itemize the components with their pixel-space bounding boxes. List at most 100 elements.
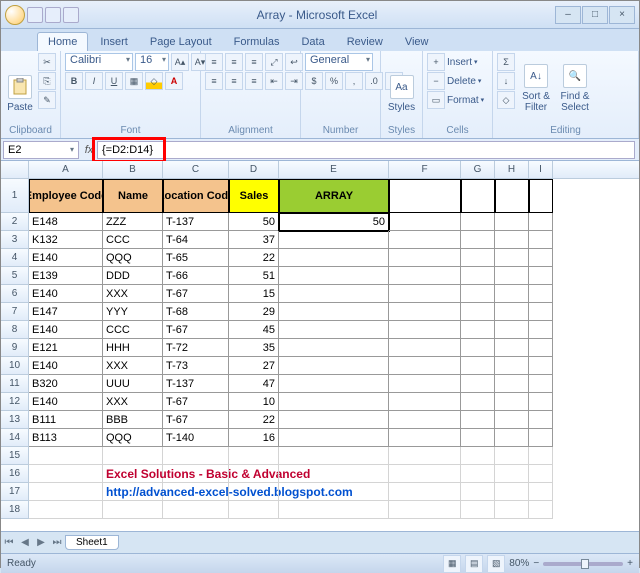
cell-F7[interactable] [389, 303, 461, 321]
cell-I7[interactable] [529, 303, 553, 321]
cell-G7[interactable] [461, 303, 495, 321]
cell-E2[interactable]: 50 [279, 213, 389, 231]
cell-B1[interactable]: Name [103, 179, 163, 213]
cell-C7[interactable]: T-68 [163, 303, 229, 321]
cell-G2[interactable] [461, 213, 495, 231]
cell-G14[interactable] [461, 429, 495, 447]
paste-button[interactable]: Paste [5, 53, 35, 113]
cell-D15[interactable] [229, 447, 279, 465]
cell-A15[interactable] [29, 447, 103, 465]
ribbon-tab-home[interactable]: Home [37, 32, 88, 51]
cell-E3[interactable] [279, 231, 389, 249]
cell-F18[interactable] [389, 501, 461, 519]
row-header[interactable]: 16 [1, 465, 29, 483]
cell-I12[interactable] [529, 393, 553, 411]
cell-A9[interactable]: E121 [29, 339, 103, 357]
cell-B16[interactable]: Excel Solutions - Basic & Advanced [103, 465, 163, 483]
tab-nav-first[interactable]: ⏮ [1, 537, 17, 548]
cell-H16[interactable] [495, 465, 529, 483]
cell-D1[interactable]: Sales [229, 179, 279, 213]
zoom-slider[interactable] [543, 562, 623, 566]
name-box[interactable]: E2 [3, 141, 79, 159]
cell-E10[interactable] [279, 357, 389, 375]
align-bottom-icon[interactable]: ≡ [245, 53, 263, 71]
cell-H17[interactable] [495, 483, 529, 501]
tab-nav-next[interactable]: ▶ [33, 537, 49, 548]
cell-H15[interactable] [495, 447, 529, 465]
cell-D13[interactable]: 22 [229, 411, 279, 429]
cell-I14[interactable] [529, 429, 553, 447]
cell-C13[interactable]: T-67 [163, 411, 229, 429]
view-layout-icon[interactable]: ▤ [465, 555, 483, 573]
cell-B4[interactable]: QQQ [103, 249, 163, 267]
cell-F10[interactable] [389, 357, 461, 375]
font-name-select[interactable]: Calibri [65, 53, 133, 71]
cell-E12[interactable] [279, 393, 389, 411]
cell-C9[interactable]: T-72 [163, 339, 229, 357]
italic-button[interactable]: I [85, 72, 103, 90]
cell-I1[interactable] [529, 179, 553, 213]
cell-G17[interactable] [461, 483, 495, 501]
cell-F11[interactable] [389, 375, 461, 393]
cell-A11[interactable]: B320 [29, 375, 103, 393]
cell-C11[interactable]: T-137 [163, 375, 229, 393]
styles-button[interactable]: AaStyles [385, 53, 418, 113]
cell-D18[interactable] [229, 501, 279, 519]
cell-A16[interactable] [29, 465, 103, 483]
row-header[interactable]: 4 [1, 249, 29, 267]
cell-G4[interactable] [461, 249, 495, 267]
cell-H8[interactable] [495, 321, 529, 339]
column-header-E[interactable]: E [279, 161, 389, 178]
format-painter-icon[interactable]: ✎ [38, 91, 56, 109]
column-header-H[interactable]: H [495, 161, 529, 178]
cell-A10[interactable]: E140 [29, 357, 103, 375]
align-middle-icon[interactable]: ≡ [225, 53, 243, 71]
cell-G6[interactable] [461, 285, 495, 303]
cell-F16[interactable] [389, 465, 461, 483]
cell-I9[interactable] [529, 339, 553, 357]
cell-E1[interactable]: ARRAY [279, 179, 389, 213]
fx-icon[interactable]: fx [81, 144, 97, 156]
cut-icon[interactable]: ✂ [38, 53, 56, 71]
cell-I4[interactable] [529, 249, 553, 267]
cell-E16[interactable] [279, 465, 389, 483]
cell-I10[interactable] [529, 357, 553, 375]
cell-B13[interactable]: BBB [103, 411, 163, 429]
cell-G13[interactable] [461, 411, 495, 429]
row-header[interactable]: 10 [1, 357, 29, 375]
cell-G11[interactable] [461, 375, 495, 393]
cell-A1[interactable]: Employee Code [29, 179, 103, 213]
cell-I5[interactable] [529, 267, 553, 285]
cell-G1[interactable] [461, 179, 495, 213]
cell-H1[interactable] [495, 179, 529, 213]
cell-G15[interactable] [461, 447, 495, 465]
column-header-F[interactable]: F [389, 161, 461, 178]
cell-B5[interactable]: DDD [103, 267, 163, 285]
delete-cells-button[interactable]: −Delete▾ [427, 72, 481, 90]
column-header-B[interactable]: B [103, 161, 163, 178]
cell-D7[interactable]: 29 [229, 303, 279, 321]
copy-icon[interactable]: ⎘ [38, 72, 56, 90]
view-normal-icon[interactable]: ▦ [443, 555, 461, 573]
cell-H11[interactable] [495, 375, 529, 393]
cell-D8[interactable]: 45 [229, 321, 279, 339]
row-header[interactable]: 12 [1, 393, 29, 411]
cell-I17[interactable] [529, 483, 553, 501]
office-button[interactable] [5, 5, 25, 25]
qat-save-icon[interactable] [27, 7, 43, 23]
cell-I15[interactable] [529, 447, 553, 465]
cell-A6[interactable]: E140 [29, 285, 103, 303]
decrease-indent-icon[interactable]: ⇤ [265, 72, 283, 90]
cell-D11[interactable]: 47 [229, 375, 279, 393]
cell-B14[interactable]: QQQ [103, 429, 163, 447]
cell-C10[interactable]: T-73 [163, 357, 229, 375]
cell-D12[interactable]: 10 [229, 393, 279, 411]
cell-H4[interactable] [495, 249, 529, 267]
formula-input[interactable]: {=D2:D14} [97, 141, 635, 159]
cell-C4[interactable]: T-65 [163, 249, 229, 267]
cell-E15[interactable] [279, 447, 389, 465]
cell-I3[interactable] [529, 231, 553, 249]
row-header[interactable]: 9 [1, 339, 29, 357]
find-select-button[interactable]: 🔍Find & Select [557, 53, 593, 113]
tab-nav-last[interactable]: ⏭ [49, 537, 65, 548]
